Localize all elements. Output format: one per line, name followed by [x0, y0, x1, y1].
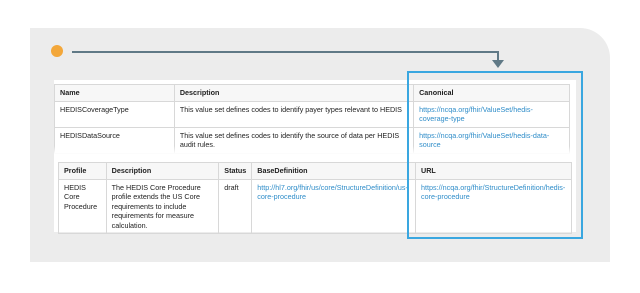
connector-line-down — [497, 51, 499, 60]
base-definition-link[interactable]: http://hl7.org/fhir/us/core/StructureDef… — [251, 178, 417, 234]
connector-line — [72, 51, 499, 53]
status-cell: draft — [218, 178, 253, 234]
arrow-down-icon — [492, 60, 504, 68]
description-cell: This value set defines codes to identify… — [173, 100, 415, 128]
column-header: BaseDefinition — [251, 162, 417, 180]
column-header: Name — [54, 84, 175, 102]
profile-cell: HEDIS Core Procedure — [58, 178, 107, 234]
column-header: Description — [173, 84, 415, 102]
description-cell: The HEDIS Core Procedure profile extends… — [105, 178, 220, 234]
name-cell: HEDISCoverageType — [54, 100, 175, 128]
column-header: Status — [218, 162, 253, 180]
start-dot-icon — [51, 45, 63, 57]
column-header: Description — [105, 162, 220, 180]
highlight-box — [407, 71, 583, 239]
column-header: Profile — [58, 162, 107, 180]
